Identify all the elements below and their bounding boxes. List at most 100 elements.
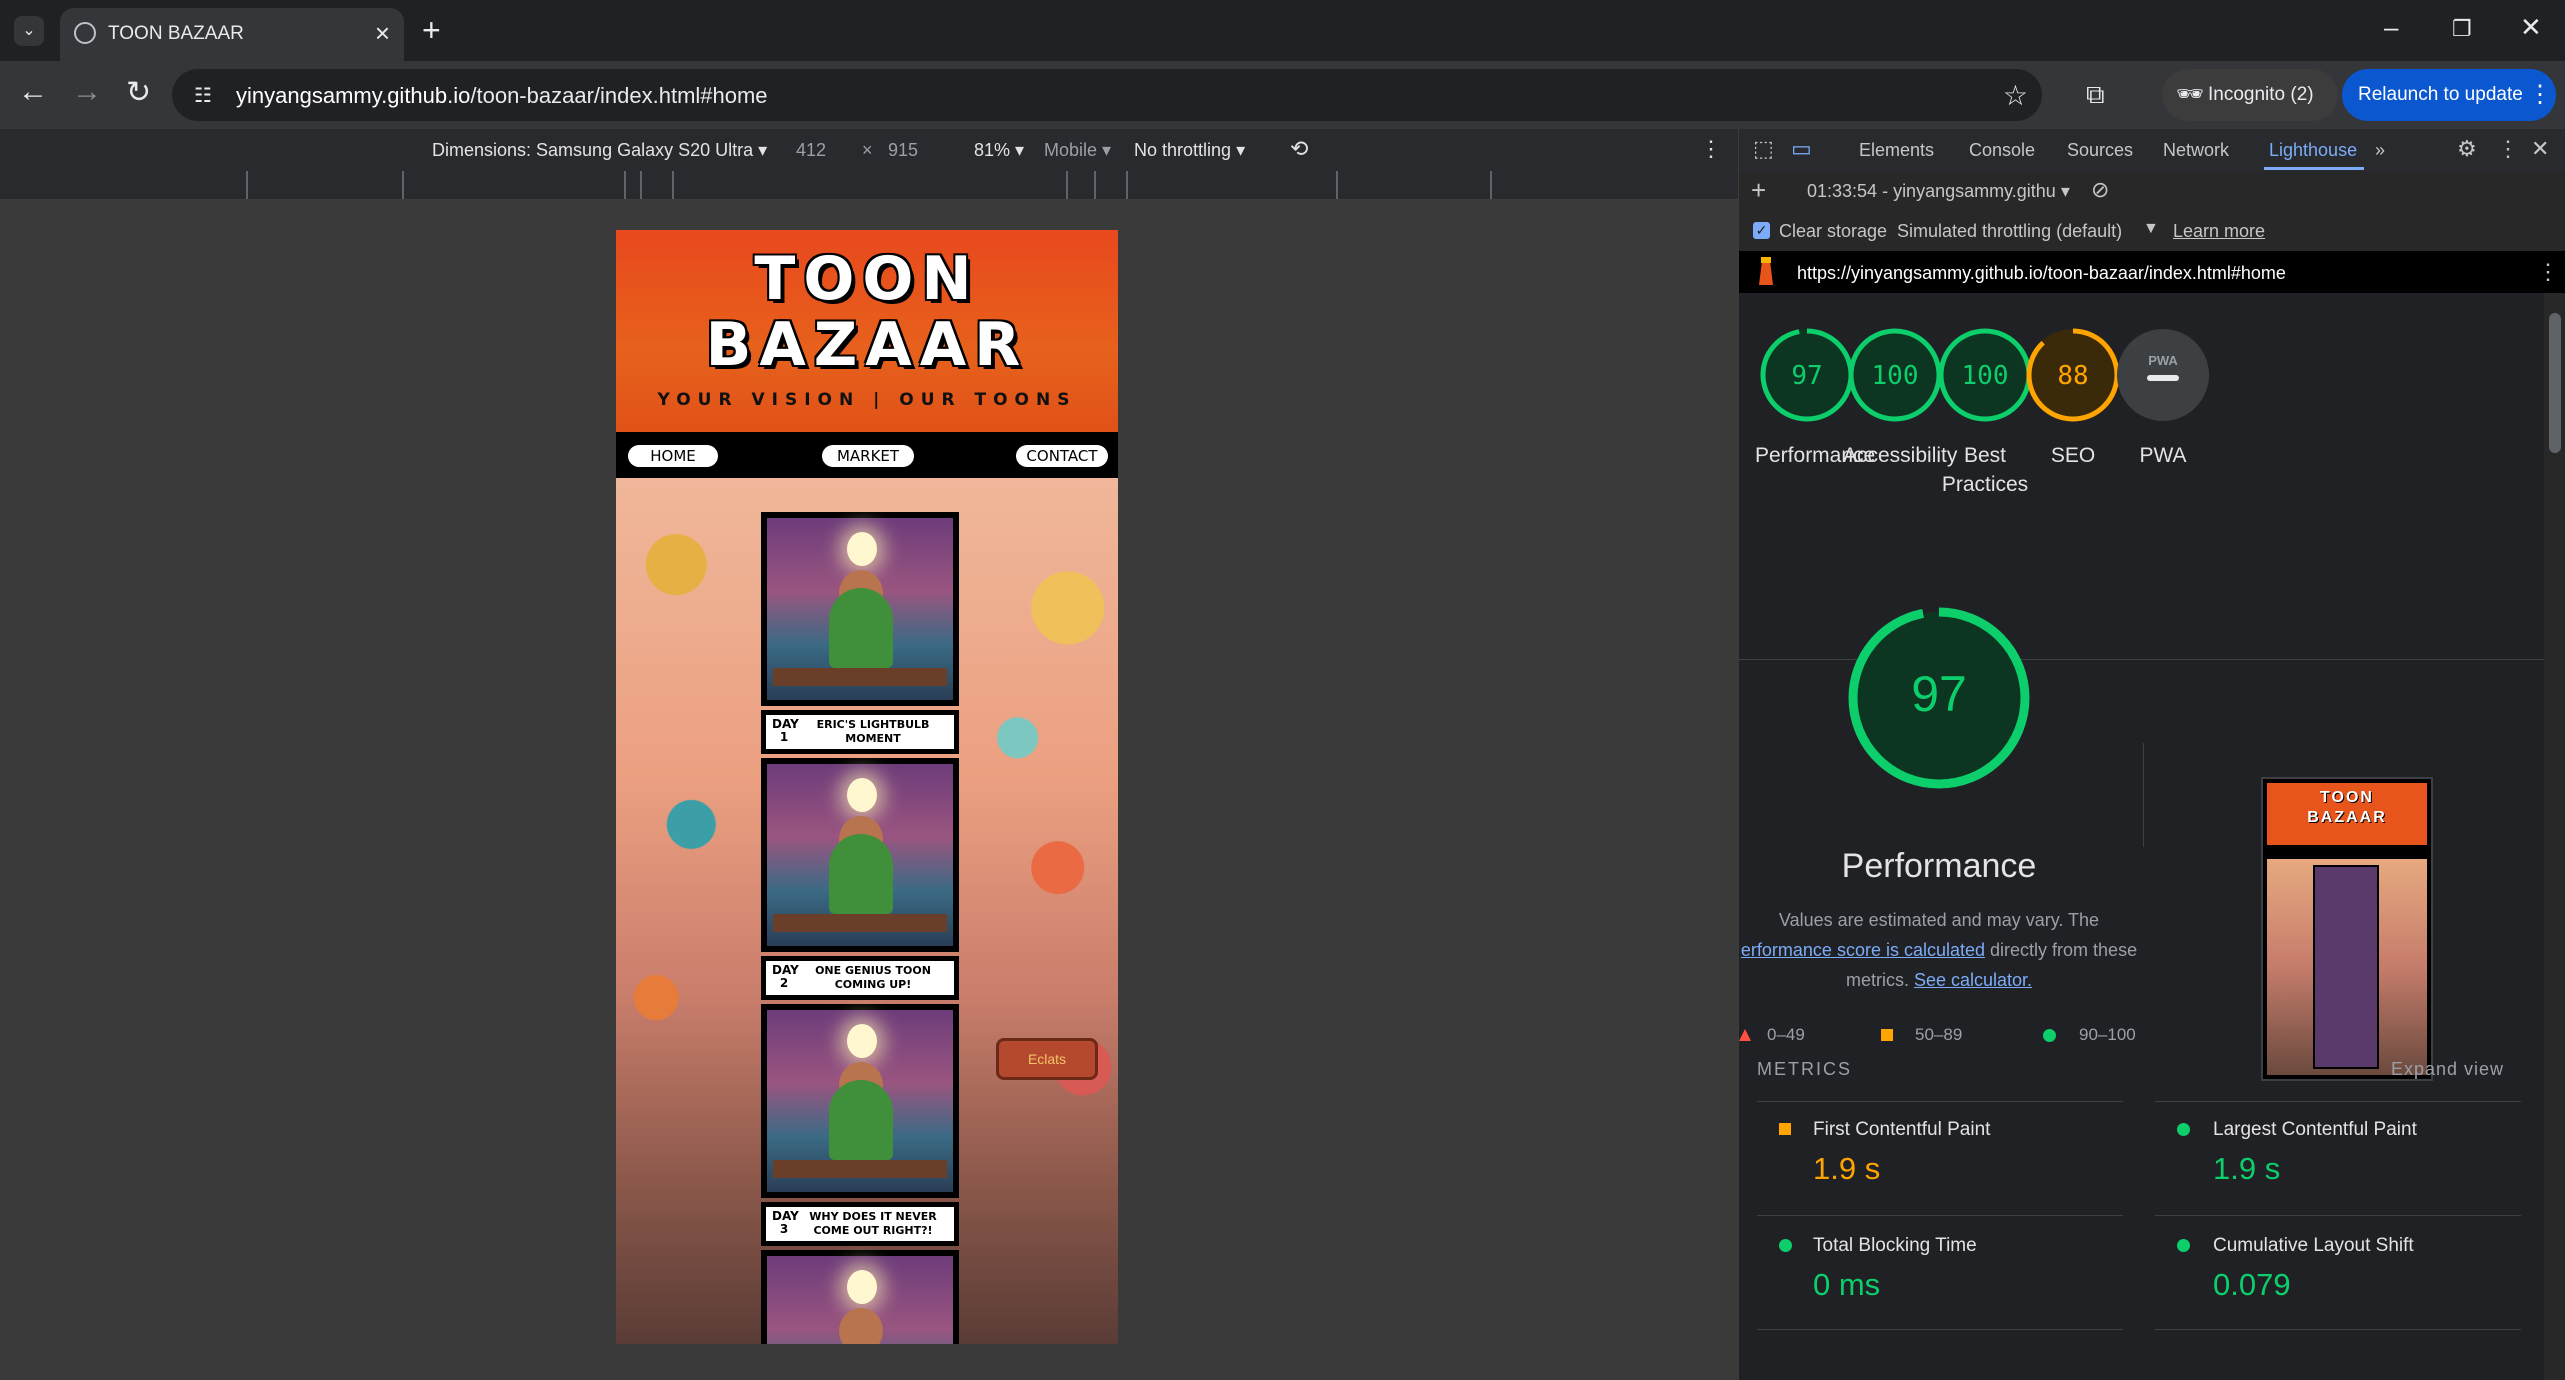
new-tab-button[interactable]: +	[422, 12, 441, 49]
market-sign: Eclats	[996, 1038, 1098, 1080]
zoom-select[interactable]: 81% ▾	[974, 140, 1024, 161]
caption-day: DAY 1	[772, 717, 799, 744]
devtools-close-icon[interactable]: ✕	[2531, 136, 2549, 162]
site-info-icon[interactable]: ☷	[194, 83, 212, 108]
learn-more-link[interactable]: Learn more	[2173, 221, 2265, 242]
browser-toolbar: ← → ↻ ☷ yinyangsammy.github.io/toon-baza…	[0, 61, 2565, 129]
inspect-element-icon[interactable]: ⬚	[1753, 136, 1774, 162]
comic-caption-2: DAY 2 ONE GENIUS TOON COMING UP!	[761, 956, 959, 1000]
lighthouse-report: 97 Performance 100 Accessibility 100 Best Prac…	[1739, 293, 2544, 1380]
metric-average-square-icon	[1779, 1123, 1791, 1135]
new-report-icon[interactable]: +	[1751, 175, 1766, 206]
score-gauge-accessibility[interactable]: 100 Accessibility	[1843, 325, 1957, 470]
gauge-ring: PWA	[2117, 329, 2209, 421]
expand-view-toggle[interactable]: Expand view	[2391, 1059, 2504, 1080]
metric-pass-circle-icon	[2177, 1123, 2190, 1136]
performance-description: Values are estimated and may vary. The e…	[1740, 910, 2138, 990]
gauge-label: PWA	[2139, 444, 2187, 467]
gauge-ring: 88	[2026, 328, 2120, 422]
tab-title: TOON BAZAAR	[108, 23, 244, 44]
metric-name-lcp: Largest Contentful Paint	[2213, 1119, 2417, 1140]
minimize-icon[interactable]: –	[2384, 12, 2398, 43]
device-toggle-icon[interactable]: ▭	[1791, 136, 1812, 162]
devtools-tab-bar: ⬚ ▭ Elements Console Sources Network Lig…	[1739, 129, 2565, 172]
clear-storage-label: Clear storage	[1779, 221, 1888, 241]
restore-icon[interactable]: ❐	[2452, 16, 2472, 42]
tab-lighthouse[interactable]: Lighthouse	[2269, 140, 2357, 161]
gauge-ring: 100	[1938, 328, 2032, 422]
throttling-select[interactable]: No throttling ▾	[1134, 140, 1245, 161]
tab-elements[interactable]: Elements	[1859, 140, 1934, 161]
device-type-select[interactable]: Mobile ▾	[1044, 140, 1111, 161]
gauge-score: 100	[1962, 361, 2009, 391]
relaunch-label: Relaunch to update	[2358, 84, 2523, 105]
clear-storage-checkbox[interactable]: ✓	[1753, 222, 1770, 239]
settings-gear-icon[interactable]: ⚙	[2457, 136, 2477, 162]
see-calculator-link[interactable]: See calculator.	[1914, 970, 2032, 990]
bookmark-star-icon[interactable]: ☆	[2003, 79, 2028, 112]
device-menu-icon[interactable]: ⋮	[1700, 136, 1722, 162]
close-icon[interactable]: ×	[375, 18, 390, 49]
relaunch-button[interactable]: Relaunch to update ⋮	[2342, 69, 2556, 121]
back-icon[interactable]: ←	[18, 75, 48, 109]
width-input[interactable]: 412	[796, 140, 826, 161]
fail-triangle-icon	[1739, 1029, 1751, 1041]
bazaar-background-image: Eclats DAY 1 ERIC'S LIGHTBULB MOMENT DAY …	[616, 478, 1118, 1344]
incognito-button[interactable]: 🕶 Incognito (2)	[2162, 69, 2338, 121]
nav-market-link[interactable]: MARKET	[822, 445, 914, 467]
score-calc-link[interactable]: erformance score is calculated	[1741, 940, 1985, 960]
media-query-ruler[interactable]	[0, 171, 1738, 200]
height-input[interactable]: 915	[888, 140, 918, 161]
nav-contact-link[interactable]: CONTACT	[1016, 445, 1108, 467]
report-url[interactable]: https://yinyangsammy.github.io/toon-baza…	[1797, 263, 2286, 284]
rotate-icon[interactable]: ⟲	[1290, 136, 1308, 162]
gauge-ring: 97	[1760, 328, 1854, 422]
comic-panel-2	[761, 758, 959, 952]
times-sign: ×	[862, 140, 873, 160]
window-close-icon[interactable]: ✕	[2520, 12, 2542, 43]
site-tagline: YOUR VISION | OUR TOONS	[657, 390, 1077, 410]
address-bar[interactable]: ☷ yinyangsammy.github.io/toon-bazaar/ind…	[172, 69, 2042, 121]
page-screenshot-thumbnail[interactable]: TOON BAZAAR	[2261, 777, 2433, 1081]
comic-panel-3	[761, 1004, 959, 1198]
tab-sources[interactable]: Sources	[2067, 140, 2133, 161]
active-tab-indicator	[2264, 167, 2364, 170]
report-scrollbar[interactable]	[2544, 293, 2565, 1380]
thumbnail-title-1: TOON	[2320, 789, 2374, 806]
menu-dots-icon[interactable]: ⋮	[2528, 80, 2552, 109]
nav-home-link[interactable]: HOME	[628, 445, 718, 467]
more-tabs-icon[interactable]: »	[2375, 140, 2385, 161]
browser-tab[interactable]: TOON BAZAAR ×	[60, 8, 404, 61]
tab-network[interactable]: Network	[2163, 140, 2229, 161]
clear-reports-icon[interactable]: ⊘	[2091, 177, 2109, 203]
performance-main-gauge: 97	[1844, 603, 2034, 798]
throttling-dropdown-icon[interactable]: ▼	[2143, 220, 2159, 238]
performance-main-score: 97	[1911, 666, 1967, 722]
tab-search-button[interactable]: ⌄	[14, 16, 44, 46]
report-select[interactable]: 01:33:54 - yinyangsammy.githu ▾	[1807, 181, 2070, 202]
caption-day: DAY 3	[772, 1209, 799, 1236]
throttling-label: Simulated throttling (default)	[1897, 221, 2123, 241]
dimensions-select[interactable]: Dimensions: Samsung Galaxy S20 Ultra ▾	[432, 140, 767, 161]
report-menu-icon[interactable]: ⋮	[2537, 259, 2559, 285]
metric-pass-circle-icon	[1779, 1239, 1792, 1252]
metric-value-cls: 0.079	[2213, 1267, 2291, 1302]
device-toolbar: Dimensions: Samsung Galaxy S20 Ultra ▾ 4…	[0, 129, 1738, 172]
site-title-line1: TOON	[754, 244, 980, 314]
lighthouse-toolbar: + 01:33:54 - yinyangsammy.githu ▾ ⊘	[1739, 171, 2565, 212]
gauge-ring: 100	[1848, 328, 1942, 422]
tab-strip: ⌄ TOON BAZAAR × + – ❐ ✕	[0, 0, 2565, 61]
extensions-icon[interactable]: ⧉	[2086, 79, 2105, 111]
comic-caption-3: DAY 3 WHY DOES IT NEVER COME OUT RIGHT?!	[761, 1202, 959, 1246]
forward-icon[interactable]: →	[72, 75, 102, 109]
gauge-score: 100	[1872, 361, 1919, 391]
reload-icon[interactable]: ↻	[126, 75, 151, 110]
metric-pass-circle-icon	[2177, 1239, 2190, 1252]
tab-console[interactable]: Console	[1969, 140, 2035, 161]
metric-name-cls: Cumulative Layout Shift	[2213, 1235, 2414, 1256]
comic-panel-1	[761, 512, 959, 706]
score-gauge-pwa[interactable]: PWA PWA	[2111, 325, 2215, 470]
score-gauge-seo[interactable]: 88 SEO	[2021, 325, 2125, 470]
devtools-menu-icon[interactable]: ⋮	[2497, 136, 2519, 162]
site-nav: HOME MARKET CONTACT	[616, 432, 1118, 478]
